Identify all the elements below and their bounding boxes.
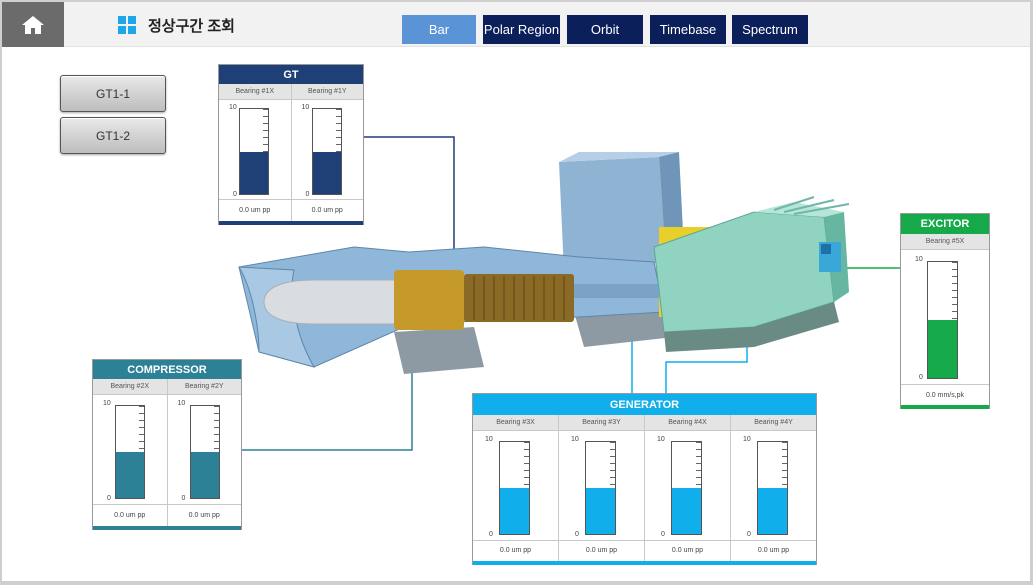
bearing-label: Bearing #3Y: [559, 415, 644, 431]
gauge-bar: [239, 108, 269, 195]
gauge-min-label: 0: [233, 191, 237, 198]
gauge-min-label: 0: [489, 531, 493, 538]
unit-button-gt1-2[interactable]: GT1-2: [60, 117, 166, 154]
compressor-bearing-2y: Bearing #2Y 10 0 0.0 um pp: [167, 379, 241, 526]
bearing-label: Bearing #5X: [901, 234, 989, 250]
bearing-value: 0.0 um pp: [291, 199, 363, 220]
page-title: 정상구간 조회: [148, 17, 235, 35]
bearing-value: 0.0 um pp: [219, 199, 291, 220]
gauge-max-label: 10: [177, 400, 186, 407]
gauge-max-label: 10: [301, 104, 310, 111]
tab-polar-region[interactable]: Polar Region: [483, 15, 560, 44]
bearing-value: 0.0 um pp: [473, 540, 558, 560]
gt-bearing-1y: Bearing #1Y 10 0 0.0 um pp: [291, 84, 363, 221]
tab-bar[interactable]: Bar: [402, 15, 476, 44]
bearing-value: 0.0 um pp: [731, 540, 816, 560]
gauge-max-label: 10: [485, 436, 493, 443]
gt-bearing-1x: Bearing #1X 10 0 0.0 um pp: [219, 84, 292, 221]
gauge-fill: [500, 488, 529, 534]
exciter-panel-title: EXCITOR: [901, 214, 989, 234]
gauge-bar: [115, 405, 145, 499]
app-window: 정상구간 조회 Bar Polar Region Orbit Timebase …: [2, 2, 1030, 581]
bearing-label: Bearing #2Y: [167, 379, 241, 395]
gauge-max-label: 10: [103, 400, 111, 407]
tab-orbit[interactable]: Orbit: [567, 15, 643, 44]
gauge-bar: [585, 441, 616, 535]
gauge-bar: [311, 108, 342, 195]
gauge-min-label: 0: [181, 495, 186, 502]
tab-timebase[interactable]: Timebase: [650, 15, 726, 44]
gauge-bar: [927, 261, 958, 379]
bearing-value: 0.0 um pp: [645, 540, 730, 560]
gauge-min-label: 0: [575, 531, 579, 538]
generator-panel: GENERATOR Bearing #3X 10 0 0.0 um pp Bea…: [472, 393, 817, 565]
bearing-value: 0.0 um pp: [93, 504, 167, 525]
gauge-min-label: 0: [305, 191, 310, 198]
gauge-max-label: 10: [743, 436, 751, 443]
gauge-bar: [499, 441, 530, 535]
gauge-fill: [928, 320, 957, 378]
generator-bearing-3x: Bearing #3X 10 0 0.0 um pp: [473, 415, 559, 561]
home-icon: [22, 15, 44, 34]
gt-panel: GT Bearing #1X 10 0 0.0 um pp Bearing #1…: [218, 64, 364, 225]
bearing-value: 0.0 um pp: [167, 504, 241, 525]
bearing-label: Bearing #1X: [219, 84, 291, 100]
gauge-bar: [757, 441, 788, 535]
gauge-fill: [672, 488, 701, 534]
exciter-panel: EXCITOR Bearing #5X 10 0 0.0 mm/s,pk: [900, 213, 990, 409]
gauge-bar: [671, 441, 702, 535]
gauge-max-label: 10: [657, 436, 665, 443]
windows-grid-icon: [118, 16, 136, 34]
gauge-fill: [240, 151, 268, 194]
gauge-min-label: 0: [661, 531, 665, 538]
gauge-max-label: 10: [571, 436, 579, 443]
bearing-label: Bearing #2X: [93, 379, 167, 395]
bearing-value: 0.0 um pp: [559, 540, 644, 560]
generator-bearing-4y: Bearing #4Y 10 0 0.0 um pp: [731, 415, 816, 561]
gauge-fill: [312, 151, 341, 194]
gt-panel-title: GT: [219, 65, 363, 84]
gauge-bar: [189, 405, 220, 499]
tab-spectrum[interactable]: Spectrum: [732, 15, 808, 44]
gauge-fill: [758, 488, 787, 534]
bearing-label: Bearing #1Y: [291, 84, 363, 100]
gauge-min-label: 0: [747, 531, 751, 538]
gauge-min-label: 0: [107, 495, 111, 502]
bearing-label: Bearing #3X: [473, 415, 558, 431]
bearing-value: 0.0 mm/s,pk: [901, 384, 989, 405]
gauge-fill: [586, 488, 615, 534]
generator-bearing-3y: Bearing #3Y 10 0 0.0 um pp: [559, 415, 645, 561]
compressor-bearing-2x: Bearing #2X 10 0 0.0 um pp: [93, 379, 168, 526]
generator-bearing-4x: Bearing #4X 10 0 0.0 um pp: [645, 415, 731, 561]
bearing-label: Bearing #4Y: [731, 415, 816, 431]
gauge-fill: [190, 452, 219, 498]
exciter-bearing-5x: Bearing #5X 10 0 0.0 mm/s,pk: [901, 234, 989, 405]
gauge-max-label: 10: [229, 104, 237, 111]
compressor-panel-title: COMPRESSOR: [93, 360, 241, 379]
gauge-fill: [116, 452, 144, 498]
bearing-label: Bearing #4X: [645, 415, 730, 431]
generator-panel-title: GENERATOR: [473, 394, 816, 415]
unit-button-gt1-1[interactable]: GT1-1: [60, 75, 166, 112]
compressor-panel: COMPRESSOR Bearing #2X 10 0 0.0 um pp Be…: [92, 359, 242, 530]
home-button[interactable]: [2, 2, 64, 47]
header-bar: 정상구간 조회 Bar Polar Region Orbit Timebase …: [2, 2, 1030, 47]
gauge-max-label: 10: [915, 256, 923, 263]
gauge-min-label: 0: [919, 374, 923, 381]
